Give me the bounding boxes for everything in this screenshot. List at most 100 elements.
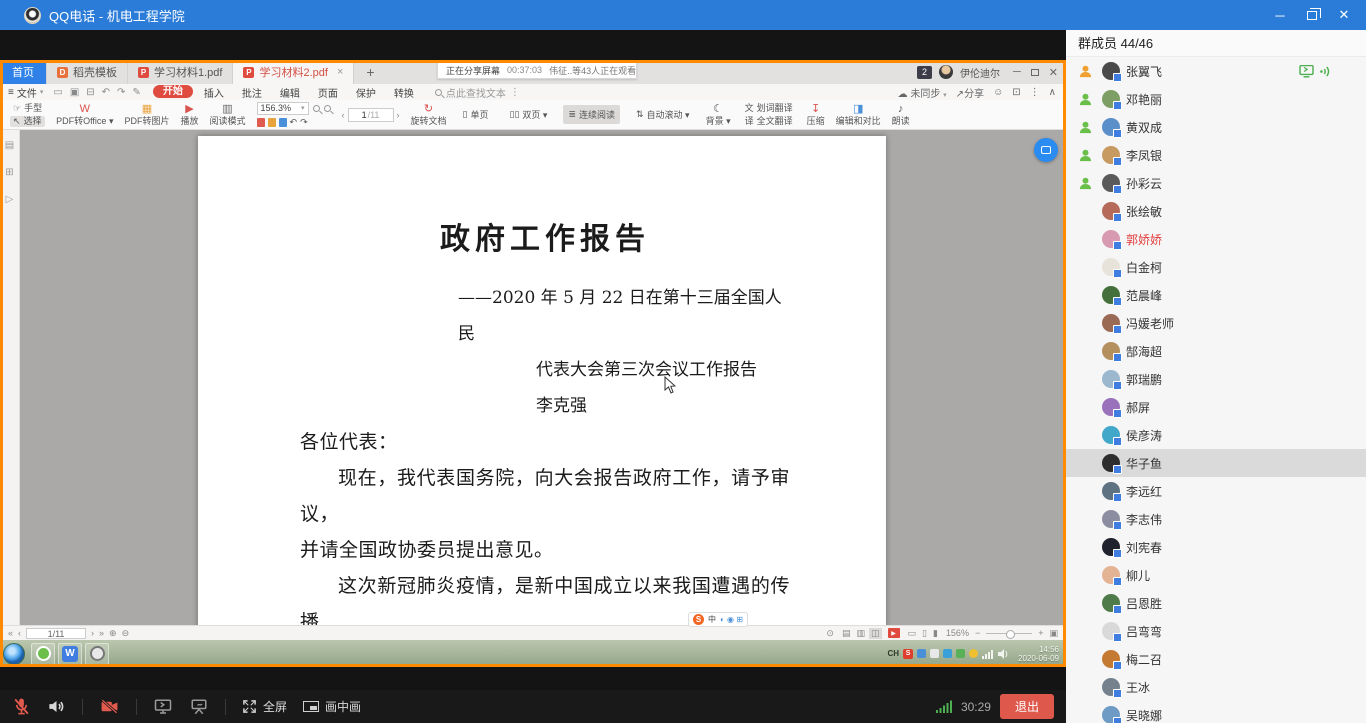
emoji-icon[interactable]: ☺ (993, 87, 1003, 98)
member-row[interactable]: 华子鱼 (1066, 449, 1366, 477)
add-page-icon[interactable]: ⊕ (109, 628, 117, 639)
thumbnail-panel-icon[interactable]: ▤ (5, 140, 14, 151)
tab-close-icon[interactable]: × (337, 66, 343, 78)
view-mode-button[interactable]: ▯▯双页 ▾ (505, 105, 553, 124)
menu-item-0[interactable]: 开始 (153, 85, 193, 98)
member-row[interactable]: 郭娇娇 (1066, 225, 1366, 253)
toolbar-button[interactable]: ↧压缩 (807, 104, 825, 126)
remove-page-icon[interactable]: ⊖ (122, 628, 130, 639)
view-mode-icon[interactable]: ▥ (854, 628, 867, 639)
member-row[interactable]: 吕恩胜 (1066, 589, 1366, 617)
toolbar-button[interactable]: ↻旋转文档 (411, 104, 447, 126)
document-page[interactable]: 政府工作报告——2020 年 5 月 22 日在第十三届全国人民代表大会第三次会… (198, 136, 886, 625)
page-number-box[interactable]: 1/11 (348, 108, 394, 122)
taskbar-app-misc[interactable] (85, 643, 109, 665)
menu-item-3[interactable]: 编辑 (271, 85, 309, 100)
toolbar-button[interactable]: ▥阅读模式 (210, 104, 246, 126)
assistant-button[interactable] (1034, 138, 1058, 162)
network-icon[interactable] (982, 649, 994, 659)
member-row[interactable]: 郜海超 (1066, 337, 1366, 365)
toolbar-button[interactable]: WPDF转Office ▾ (56, 104, 113, 126)
zoom-slider[interactable] (986, 633, 1032, 634)
last-page-icon[interactable]: » (99, 628, 104, 638)
member-row[interactable]: 王冰 (1066, 673, 1366, 701)
start-button[interactable] (3, 643, 25, 665)
account-avatar[interactable] (939, 65, 953, 79)
toolbar-button[interactable]: ↖选择 (10, 116, 45, 127)
account-name[interactable]: 伊伦迪尔 (960, 65, 1000, 80)
toolbar-button[interactable]: ♪朗读 (892, 104, 910, 126)
tray-icon[interactable] (943, 649, 952, 658)
view-mode-button[interactable]: ≣连续阅读 (563, 105, 620, 124)
play-mode-icon[interactable]: ▶ (888, 628, 900, 638)
taskbar-clock[interactable]: 14:562020-06-09 (1018, 645, 1059, 663)
toolbar-button[interactable]: 文划词翻译 (742, 103, 796, 114)
menu-item-5[interactable]: 保护 (347, 85, 385, 100)
prev-page-icon[interactable]: ‹ (18, 628, 21, 638)
camera-off-button[interactable] (99, 697, 120, 716)
microphone-muted-button[interactable] (12, 697, 31, 716)
prev-page-icon[interactable]: ‹ (342, 110, 345, 120)
view-mode-button[interactable]: ⇅自动滚动 ▾ (631, 105, 695, 124)
fullscreen-button[interactable]: 全屏 (242, 698, 287, 715)
sogou-tray-icon[interactable]: S (903, 649, 913, 659)
toolbar-button[interactable]: ☾背景 ▾ (706, 104, 731, 126)
menu-tool-icon[interactable]: ✎ (132, 87, 140, 98)
rotate-icon[interactable]: ↷ (300, 117, 308, 128)
member-row[interactable]: 黄双成 (1066, 113, 1366, 141)
member-row[interactable]: 郭瑞鹏 (1066, 365, 1366, 393)
bookmark-panel-icon[interactable]: ▷ (6, 194, 14, 205)
tray-icon[interactable] (917, 649, 926, 658)
restore-button[interactable] (1298, 4, 1326, 26)
member-row[interactable]: 梅二召 (1066, 645, 1366, 673)
volume-tray-icon[interactable] (998, 649, 1009, 659)
menu-tool-icon[interactable]: ↶ (102, 87, 110, 98)
menu-tool-icon[interactable]: ▣ (70, 87, 79, 98)
member-row[interactable]: 柳儿 (1066, 561, 1366, 589)
menu-tool-icon[interactable]: ↷ (117, 87, 125, 98)
member-row[interactable]: 范晨峰 (1066, 281, 1366, 309)
member-row[interactable]: 孙彩云 (1066, 169, 1366, 197)
page-indicator[interactable]: 1/11 (26, 628, 86, 639)
share-screen-button[interactable] (153, 698, 173, 716)
tray-icon[interactable] (969, 649, 978, 658)
unread-badge[interactable]: 2 (917, 66, 932, 79)
menu-item-2[interactable]: 批注 (233, 85, 271, 100)
comment-icon[interactable]: ⊡ (1012, 87, 1020, 98)
app-tab[interactable]: 首页 (0, 60, 47, 84)
page-tool-icon[interactable] (268, 118, 276, 127)
zoom-out-icon[interactable] (324, 105, 331, 112)
next-page-icon[interactable]: › (397, 110, 400, 120)
page-tool-icon[interactable] (279, 118, 287, 127)
pip-button[interactable]: 画中画 (303, 698, 361, 715)
zoom-value[interactable]: 156.3%▾ (257, 102, 309, 115)
sync-status[interactable]: ☁ 未同步 ▾ (898, 85, 947, 100)
new-tab-button[interactable]: + (354, 60, 386, 84)
view-mode-icon[interactable]: ▤ (840, 628, 853, 639)
tray-icon[interactable] (930, 649, 939, 658)
presenter-mode-button[interactable] (189, 698, 209, 716)
menu-item-6[interactable]: 转换 (385, 85, 423, 100)
share-button[interactable]: ↗分享 (956, 85, 984, 100)
file-menu[interactable]: ≡ 文件 ▾ (8, 85, 43, 100)
pdf-minimize-button[interactable]: ─ (1013, 66, 1021, 78)
view-mode-button[interactable]: ▯单页 (458, 105, 494, 124)
member-row[interactable]: 张翼飞 (1066, 57, 1366, 85)
member-row[interactable]: 邓艳丽 (1066, 85, 1366, 113)
search-more-icon[interactable]: ⋮ (510, 87, 520, 98)
menu-item-4[interactable]: 页面 (309, 85, 347, 100)
member-row[interactable]: 李远红 (1066, 477, 1366, 505)
zoom-out-icon[interactable]: − (975, 628, 980, 638)
minimize-button[interactable]: ─ (1266, 4, 1294, 26)
app-tab[interactable]: P学习材料2.pdf× (233, 60, 354, 84)
menu-tool-icon[interactable]: ⊟ (86, 87, 94, 98)
fit-page-icon[interactable]: ▣ (1049, 628, 1058, 639)
pdf-close-button[interactable]: ✕ (1049, 66, 1058, 79)
close-button[interactable]: ✕ (1330, 4, 1358, 26)
first-page-icon[interactable]: « (8, 628, 13, 638)
speaker-button[interactable] (47, 697, 66, 716)
menu-item-1[interactable]: 插入 (195, 85, 233, 100)
zoom-in-icon[interactable] (313, 105, 320, 112)
rotate-icon[interactable]: ↶ (290, 117, 298, 128)
member-row[interactable]: 吴晓娜 (1066, 701, 1366, 723)
